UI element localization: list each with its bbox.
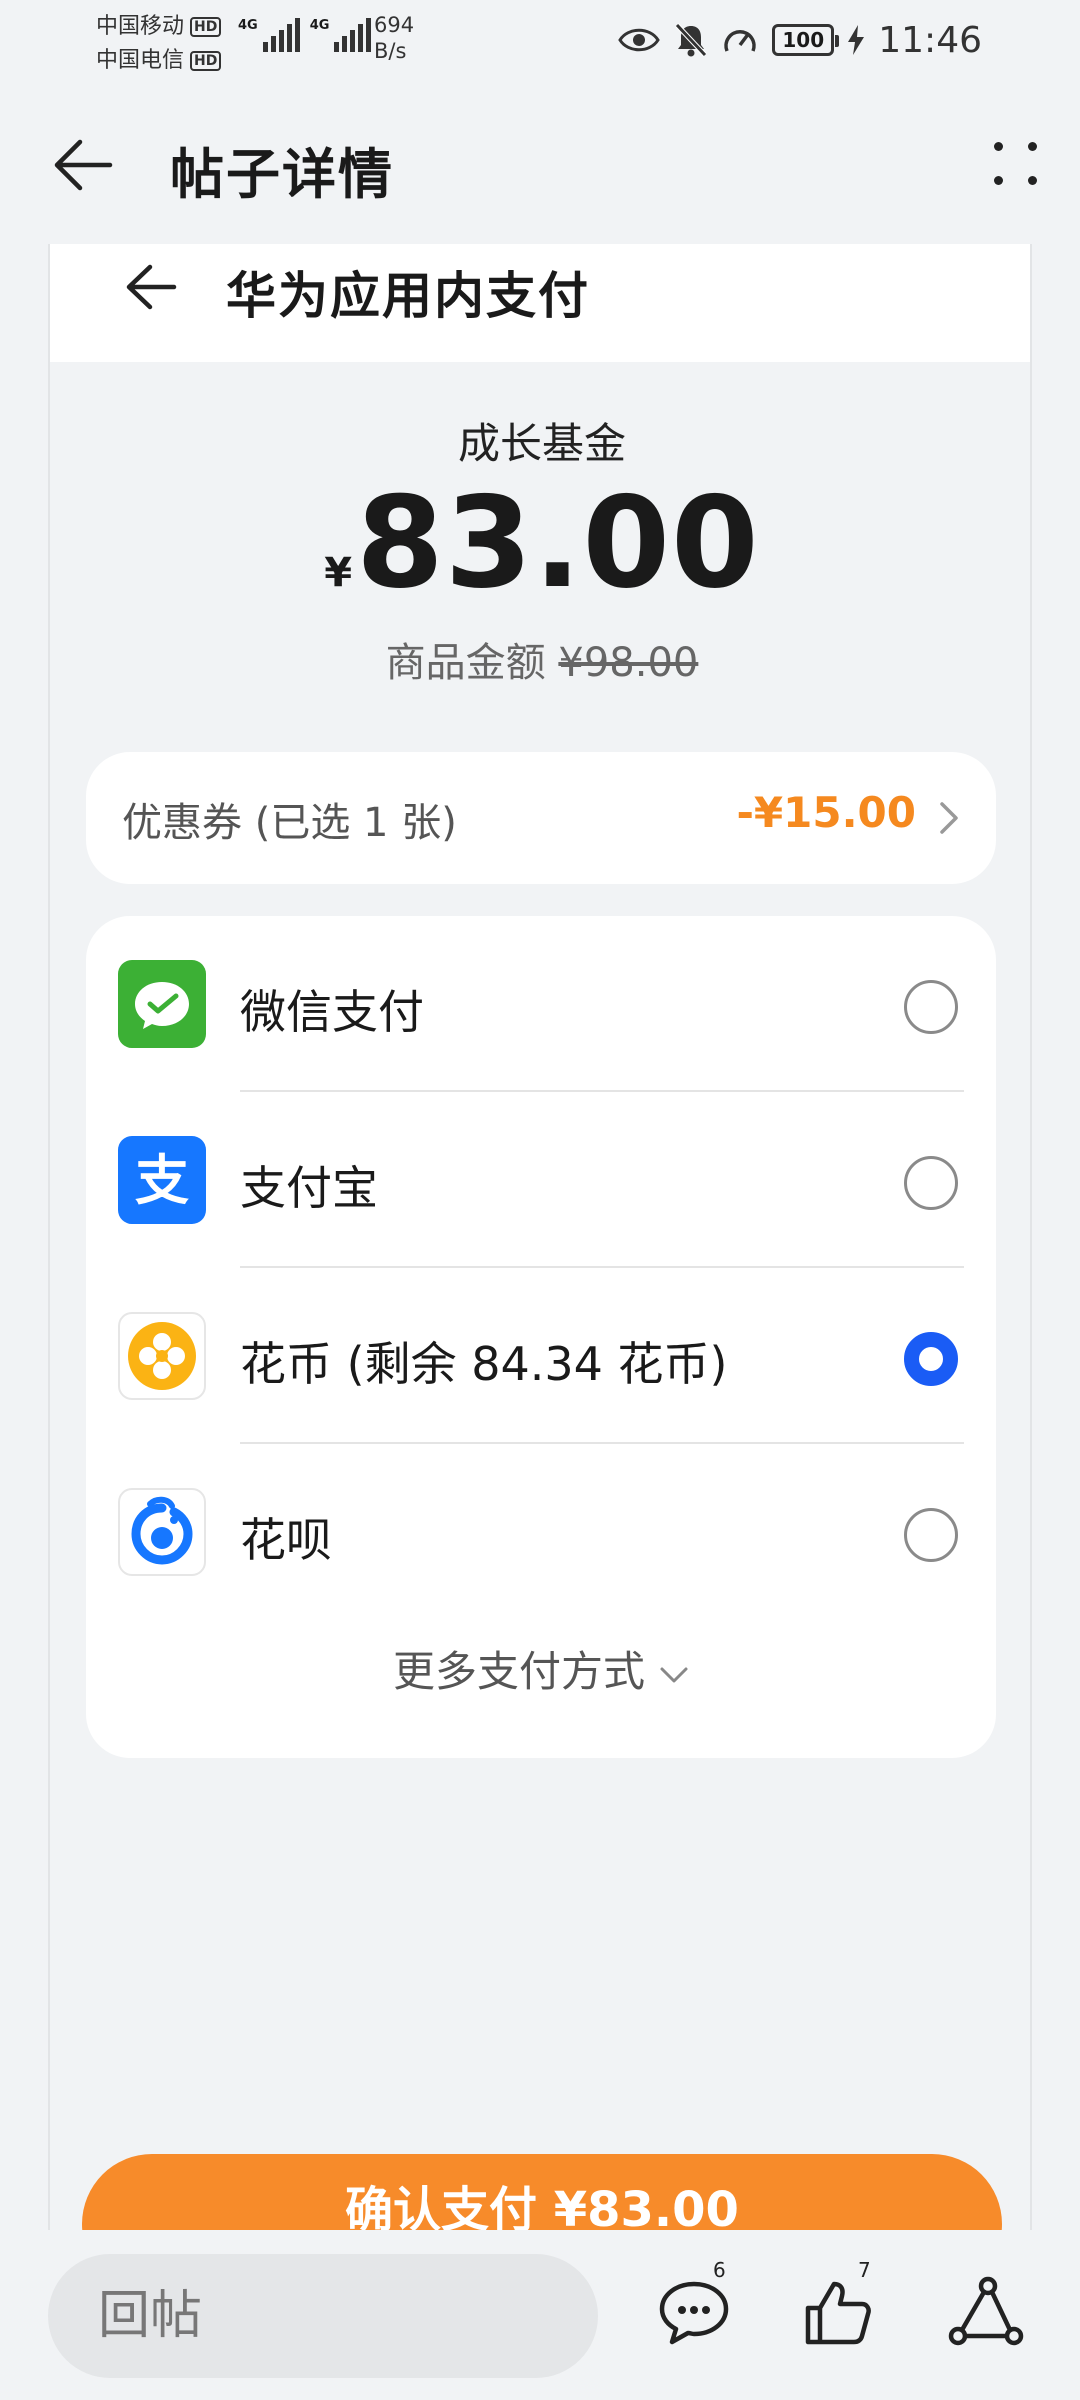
payment-method-huabei[interactable]: 花呗 [86,1444,996,1620]
back-arrow-icon[interactable] [50,132,116,198]
app-header: 帖子详情 [0,110,1080,220]
payment-method-huawei-coin[interactable]: 花币 (剩余 84.34 花币) [86,1268,996,1444]
alipay-icon: 支 [118,1136,206,1224]
chevron-right-icon [940,802,958,834]
payment-method-alipay[interactable]: 支 支付宝 [86,1092,996,1268]
like-count: 7 [858,2258,871,2282]
hd-badge-2: HD [190,51,222,71]
payment-back-arrow-icon[interactable] [120,256,182,318]
payment-sheet: 华为应用内支付 成长基金 ¥83.00 商品金额 ¥98.00 优惠券 (已选 … [48,244,1032,2230]
network-speed: 694 B/s [374,13,415,63]
like-thumbs-up-icon[interactable] [800,2274,876,2350]
payment-title: 华为应用内支付 [226,267,590,325]
coupon-row[interactable]: 优惠券 (已选 1 张) -¥15.00 [86,752,996,884]
charging-icon [848,25,865,55]
bottom-bar: 回帖 6 7 [0,2230,1080,2400]
product-name: 成长基金 [457,419,626,468]
signal-1-icon: 4G [238,18,300,52]
huabei-icon [118,1488,206,1576]
speedometer-icon [724,30,756,52]
carrier-2: 中国电信 [96,48,185,73]
wechat-pay-icon [118,960,206,1048]
original-price-row: 商品金额 ¥98.00 [50,630,1030,688]
mute-bell-icon [675,23,708,57]
chevron-down-icon [660,1667,688,1682]
svg-text:支: 支 [135,1149,189,1212]
payment-method-wechat[interactable]: 微信支付 [86,916,996,1092]
method-label: 微信支付 [240,985,424,1039]
clock: 11:46 [878,19,982,61]
price-display: ¥83.00 [50,478,1030,608]
radio-huabei[interactable] [904,1508,958,1562]
page-title: 帖子详情 [170,143,394,206]
battery-icon: 100 [772,24,840,56]
reply-input[interactable]: 回帖 [48,2254,598,2378]
coupon-label: 优惠券 (已选 1 张) [122,800,457,846]
more-payment-label: 更多支付方式 [392,1647,645,1696]
radio-huawei-coin-selected[interactable] [904,1332,958,1386]
coupon-discount: -¥15.00 [736,788,916,837]
huawei-coin-icon [118,1312,206,1400]
system-icons: 100 11:46 [618,18,982,62]
comment-count: 6 [713,2258,726,2282]
carrier-info: 中国移动 HD 中国电信 HD [96,10,222,78]
currency-symbol: ¥ [324,550,353,596]
price-amount: 83.00 [356,469,760,616]
radio-wechat[interactable] [904,980,958,1034]
more-payment-methods[interactable]: 更多支付方式 [86,1638,996,1699]
signal-2-icon: 4G [310,18,372,52]
payment-methods: 微信支付 支 支付宝 花币 (剩余 84.34 花币) 花呗 更多支付方式 [86,916,996,1758]
eye-icon [618,28,661,52]
original-price: ¥98.00 [558,640,699,686]
comment-icon[interactable] [656,2274,732,2350]
carrier-1: 中国移动 [96,14,185,39]
original-price-label: 商品金额 [385,640,546,686]
confirm-payment-button[interactable]: 确认支付 ¥83.00 [82,2154,1002,2230]
signal-icons: 4G 4G [238,18,372,52]
status-bar: 中国移动 HD 中国电信 HD 4G 4G 694 B/s 100 11:46 [0,0,1080,80]
more-options-icon[interactable] [988,136,1044,192]
radio-alipay[interactable] [904,1156,958,1210]
hd-badge-1: HD [190,17,222,37]
share-icon[interactable] [948,2274,1024,2350]
method-label: 花呗 [240,1513,332,1567]
method-label: 花币 (剩余 84.34 花币) [240,1337,728,1391]
payment-header: 华为应用内支付 [50,244,1030,362]
method-label: 支付宝 [240,1161,378,1215]
